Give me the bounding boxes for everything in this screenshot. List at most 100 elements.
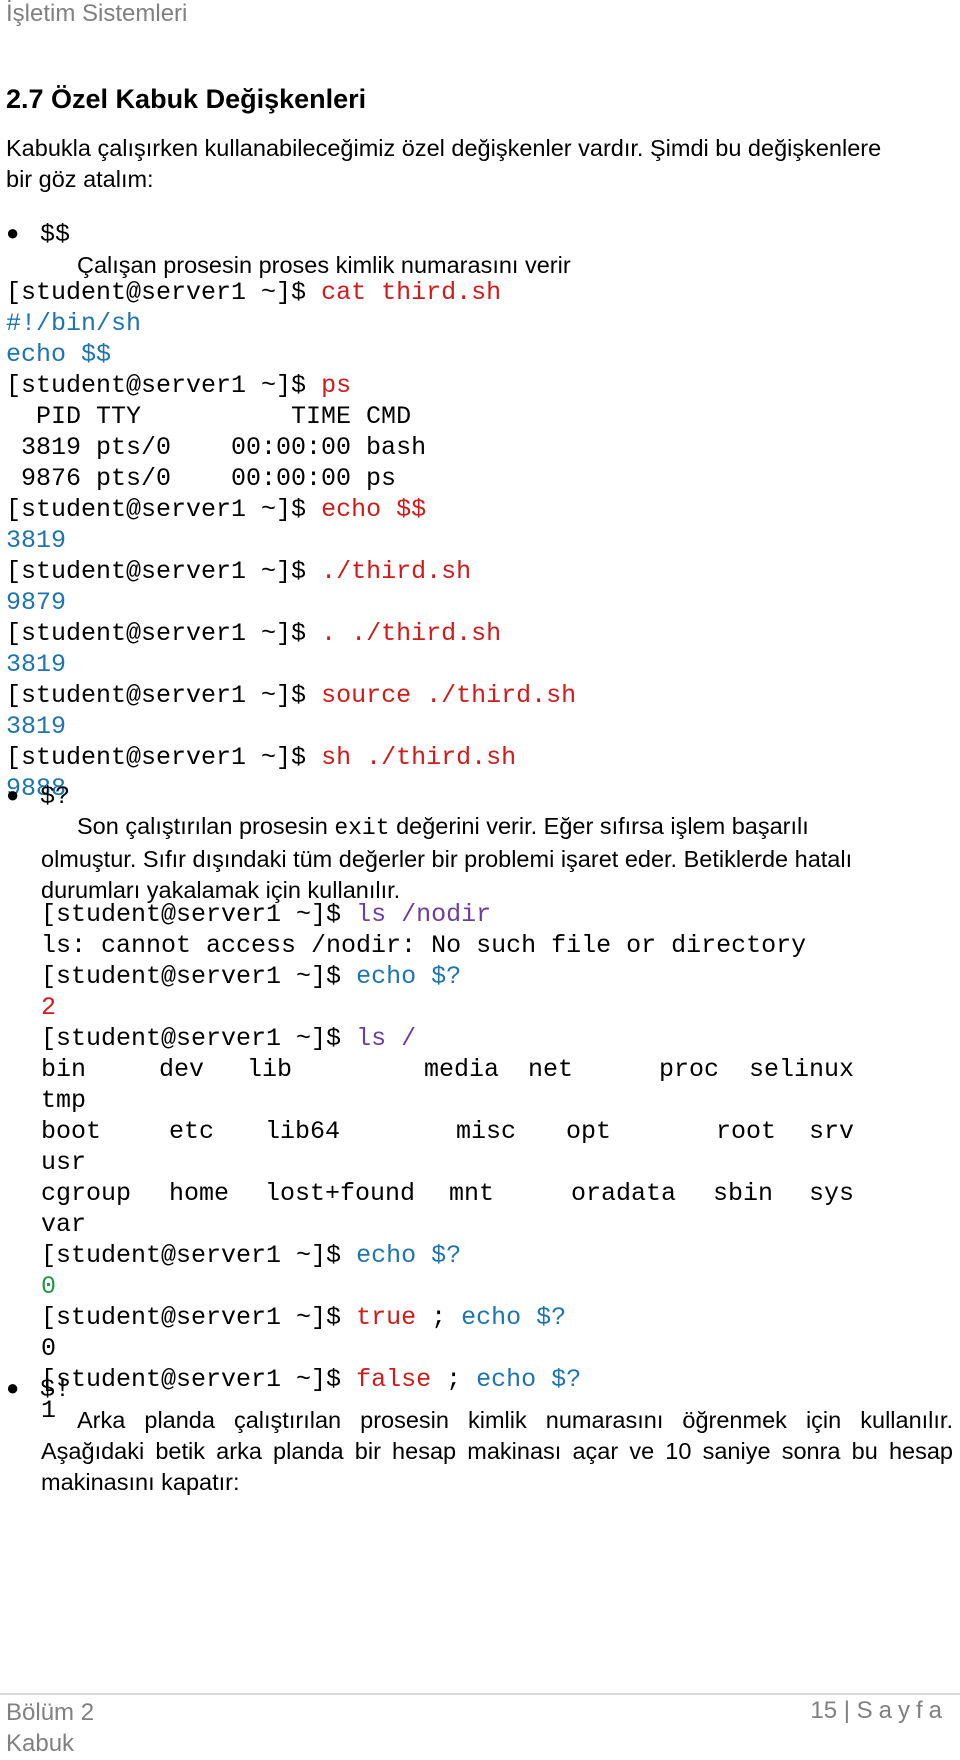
terminal-command-line: [student@server1 ~]$ ls /nodir [41,899,806,930]
terminal-output: usr [41,1148,87,1177]
terminal-output-line: 9879 [6,587,576,618]
section-heading: 2.7 Özel Kabuk Değişkenleri [6,84,367,114]
directory-entry: root [716,1117,777,1146]
terminal-output: PID TTY TIME CMD [6,402,412,431]
terminal-output-line: 0 [41,1333,806,1364]
page-number: 15 [810,1697,838,1724]
terminal-prompt: [student@server1 ~]$ [41,1365,357,1394]
terminal-prompt: [student@server1 ~]$ [6,371,322,400]
terminal-command-line: [student@server1 ~]$ ls / [41,1023,806,1054]
terminal-output-line: 3819 [6,649,576,680]
description-line-3: makinasını kapatır: [41,1469,240,1495]
terminal-output-line: boot etc lib64 misc opt root srv [41,1116,854,1147]
terminal-command: . ./third.sh [321,619,502,648]
list-item-pid: ● [6,220,19,246]
terminal-prompt: [student@server1 ~]$ [41,962,357,991]
description-line-2: Aşağıdaki betik arka planda bir hesap ma… [41,1438,953,1464]
terminal-prompt: [student@server1 ~]$ [6,557,322,586]
terminal-command-line: [student@server1 ~]$ echo $? [41,1240,806,1271]
directory-entry: lib [247,1055,293,1084]
terminal-output-line: 2 [41,992,806,1023]
directory-entry: sys [809,1179,855,1208]
variable-symbol-exit-status: $? [40,782,71,811]
terminal-command: echo $$ [321,495,427,524]
terminal-output-line: 9888 [6,773,576,804]
terminal-output: 0 [41,1334,57,1363]
terminal-command-line: [student@server1 ~]$ cat third.sh [6,277,576,308]
terminal-prompt: [student@server1 ~]$ [6,619,322,648]
page-separator: | [843,1697,850,1724]
footer-chapter-name: Kabuk [6,1730,75,1757]
description-text: Son çalıştırılan prosesin [77,813,335,839]
terminal-command: sh ./third.sh [321,743,517,772]
terminal-command-line: [student@server1 ~]$ sh ./third.sh [6,742,576,773]
terminal-output: 2 [41,993,57,1022]
terminal-command-line: [student@server1 ~]$ ps [6,370,576,401]
terminal-command-line: [student@server1 ~]$ true ; echo $? [41,1302,806,1333]
document-header: İşletim Sistemleri [6,0,188,27]
description-background-pid: Arka planda çalıştırılan prosesin kimlik… [41,1405,953,1498]
description-line-2: olmuştur. Sıfır dışındaki tüm değerler b… [41,846,853,872]
terminal-command-line: [student@server1 ~]$ ./third.sh [6,556,576,587]
terminal-output: tmp [41,1086,87,1115]
terminal-output-line: cgroup home lost+found mnt oradata sbin sys [41,1178,854,1209]
inline-code-exit: exit [334,815,390,841]
directory-entry: etc [169,1117,215,1146]
terminal-command-line: [student@server1 ~]$ false ; echo $? [41,1364,806,1395]
terminal-block-pid: [student@server1 ~]$ cat third.sh #!/bin/… [6,277,576,804]
terminal-command: true [356,1303,417,1332]
terminal-prompt: [student@server1 ~]$ [41,1241,357,1270]
description-exit-status: Son çalıştırılan prosesin exit değerini … [41,811,953,906]
terminal-command-line: [student@server1 ~]$ echo $? [41,961,806,992]
directory-entry: cgroup [41,1179,132,1208]
directory-entry: oradata [571,1179,677,1208]
terminal-separator: ; [416,1303,462,1332]
terminal-prompt: [student@server1 ~]$ [6,495,322,524]
directory-entry: home [169,1179,230,1208]
terminal-output-line: 3819 [6,525,576,556]
terminal-prompt: [student@server1 ~]$ [41,1303,357,1332]
terminal-output: 3819 [6,712,67,741]
terminal-output-line: ls: cannot access /nodir: No such file o… [41,930,806,961]
terminal-block-exit-status: [student@server1 ~]$ ls /nodir ls: cannot… [41,899,854,1426]
directory-entry: opt [566,1117,612,1146]
terminal-output-line: echo $$ [6,339,576,370]
directory-entry: lib64 [265,1117,341,1146]
intro-paragraph: Kabukla çalışırken kullanabileceğimiz öz… [6,133,881,195]
terminal-prompt: [student@server1 ~]$ [6,743,322,772]
directory-entry: mnt [449,1179,495,1208]
terminal-output-line: var [41,1209,806,1240]
terminal-prompt: [student@server1 ~]$ [6,681,322,710]
terminal-prompt: [student@server1 ~]$ [41,1024,357,1053]
intro-line-1: Kabukla çalışırken kullanabileceğimiz öz… [6,135,882,161]
terminal-command: echo $? [461,1303,567,1332]
terminal-command-line: [student@server1 ~]$ source ./third.sh [6,680,576,711]
terminal-output-line: bin dev lib media net proc selinux [41,1054,854,1085]
terminal-output-line: 9876 pts/0 00:00:00 ps [6,463,576,494]
directory-entry: selinux [749,1055,855,1084]
terminal-command: cat third.sh [321,278,502,307]
directory-entry: misc [456,1117,517,1146]
terminal-output: echo $$ [6,340,112,369]
terminal-output: 3819 [6,526,67,555]
list-item-exit-status: ● [6,782,19,808]
list-item-background-pid: ● [6,1375,19,1401]
directory-entry: boot [41,1117,102,1146]
terminal-output: 3819 pts/0 00:00:00 bash [6,433,427,462]
footer-page: 15 | Sayfa [810,1697,948,1725]
terminal-output-line: 3819 pts/0 00:00:00 bash [6,432,576,463]
terminal-command: ./third.sh [321,557,472,586]
terminal-output: ls: cannot access /nodir: No such file o… [41,931,807,960]
terminal-output-line: usr [41,1147,806,1178]
directory-entry: media [424,1055,500,1084]
directory-entry: proc [659,1055,720,1084]
directory-entry: srv [809,1117,855,1146]
bullet-icon: ● [6,1375,20,1400]
directory-entry: lost+found [265,1179,416,1208]
terminal-command: ls /nodir [356,900,492,929]
terminal-command: ls / [356,1024,417,1053]
terminal-output-line: 0 [41,1271,806,1302]
page-label: Sayfa [856,1697,948,1724]
bullet-icon: ● [6,782,20,807]
directory-entry: net [528,1055,574,1084]
